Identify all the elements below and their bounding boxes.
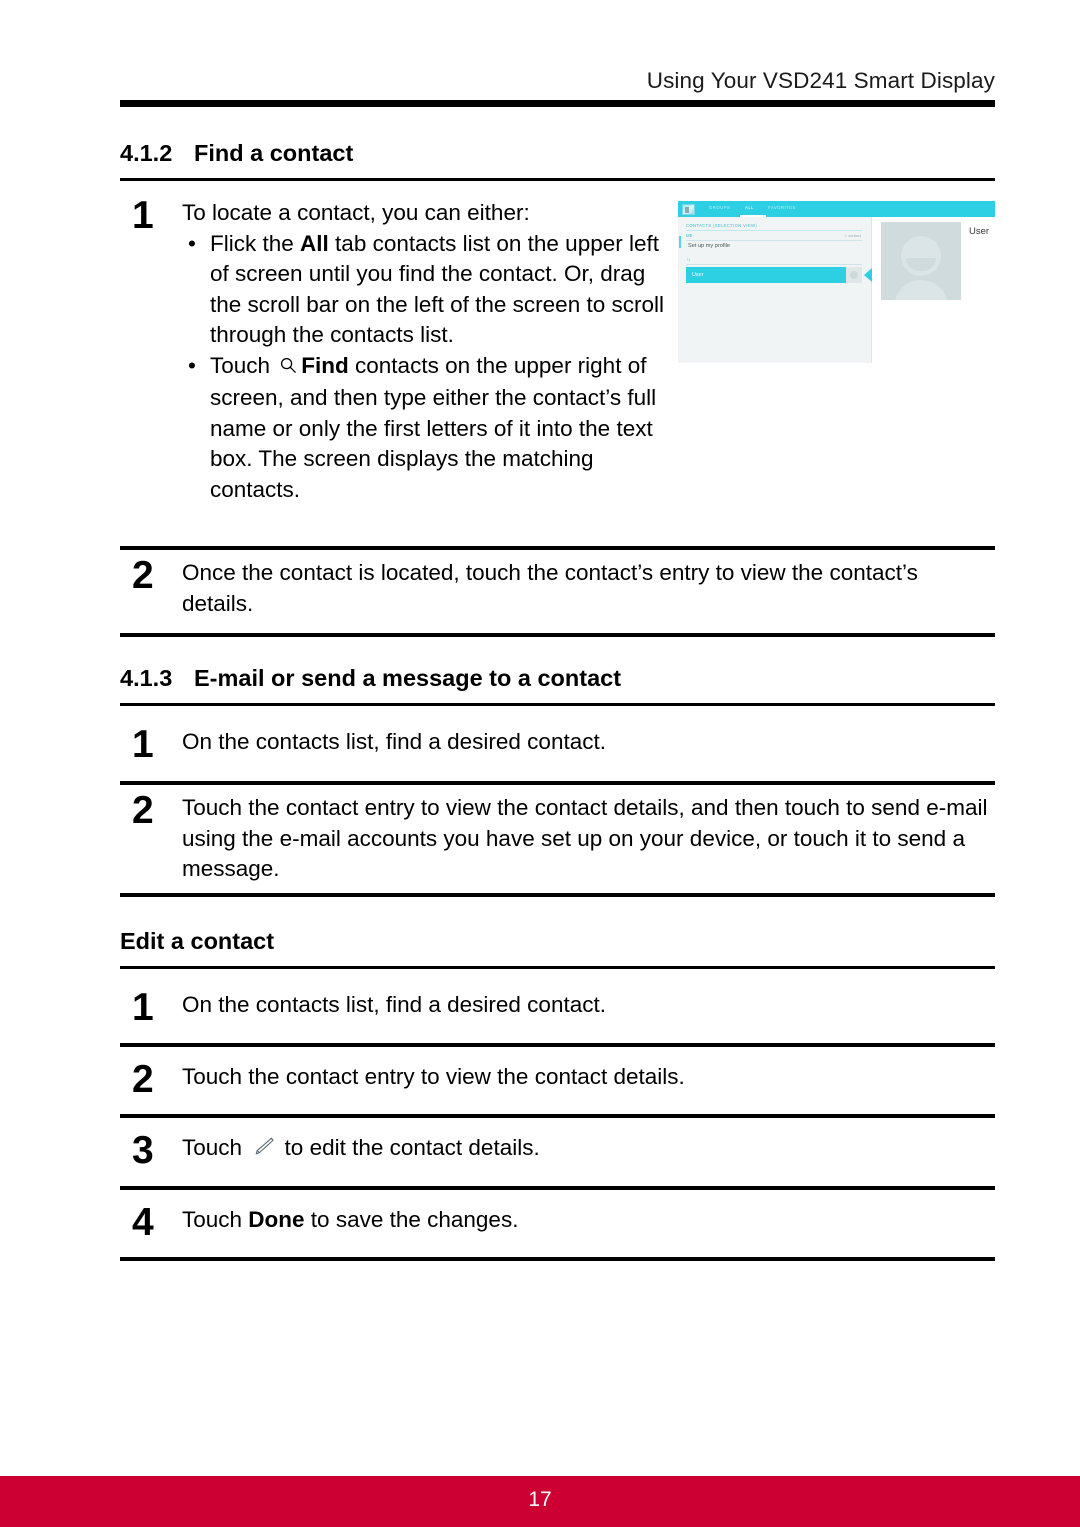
bullet-item-touch-find: • Touch Find contacts on the upper right … bbox=[182, 351, 682, 506]
contacts-scrollbar[interactable] bbox=[679, 236, 681, 248]
section-title: Edit a contact bbox=[120, 928, 275, 954]
contact-count-label: 1 contact bbox=[844, 233, 861, 238]
contact-avatar-placeholder[interactable] bbox=[881, 222, 961, 300]
avatar-body-shape bbox=[894, 280, 948, 300]
bullet-2-pre: Touch bbox=[210, 352, 277, 378]
step-text: On the contacts list, find a desired con… bbox=[182, 729, 606, 754]
bullet-item-flick-all-tab: • Flick the All tab contacts list on the … bbox=[182, 229, 682, 351]
bullet-dot-icon: • bbox=[188, 352, 196, 378]
bullet-list: • Flick the All tab contacts list on the … bbox=[182, 229, 682, 506]
section-rule bbox=[120, 703, 995, 706]
bullet-2-bold: Find bbox=[301, 352, 349, 378]
step-4-1-2-2: 2 Once the contact is located, touch the… bbox=[120, 554, 995, 619]
step-4-1-3-2: 2 Touch the contact entry to view the co… bbox=[120, 789, 995, 885]
step-divider-rule bbox=[120, 1043, 995, 1047]
step-number: 3 bbox=[132, 1129, 154, 1172]
step-text: To locate a contact, you can either: • Fl… bbox=[182, 198, 682, 505]
step-divider-rule bbox=[120, 893, 995, 897]
me-row-rule bbox=[686, 240, 862, 241]
step-text: Touch the contact entry to view the cont… bbox=[182, 1064, 685, 1089]
step-edit-2: 2 Touch the contact entry to view the co… bbox=[120, 1058, 995, 1101]
step-edit-3-pre: Touch bbox=[182, 1135, 249, 1160]
contact-detail-panel: User bbox=[873, 217, 995, 363]
selection-pointer-icon bbox=[864, 268, 872, 282]
running-header-title: Using Your VSD241 Smart Display bbox=[646, 68, 995, 93]
step-text: Touch to edit the contact details. bbox=[182, 1133, 995, 1166]
search-icon bbox=[279, 353, 298, 384]
tab-groups[interactable]: GROUPS bbox=[709, 205, 730, 210]
page-footer-bar: 17 bbox=[0, 1476, 1080, 1527]
header-divider-rule bbox=[120, 100, 995, 107]
bullet-dot-icon: • bbox=[188, 230, 196, 256]
section-title: E-mail or send a message to a contact bbox=[194, 665, 622, 691]
alpha-section-rule bbox=[686, 264, 862, 265]
step-edit-4: 4 Touch Done to save the changes. bbox=[120, 1201, 995, 1244]
step-text: On the contacts list, find a desired con… bbox=[182, 992, 606, 1017]
contacts-list-panel: CONTACTS (SELECTION VIEW) ME 1 contact S… bbox=[678, 217, 872, 363]
step-edit-4-pre: Touch bbox=[182, 1207, 249, 1232]
step-number: 1 bbox=[132, 723, 154, 766]
me-label: ME bbox=[686, 233, 693, 238]
contacts-list-header: CONTACTS (SELECTION VIEW) bbox=[686, 223, 758, 228]
app-top-bar: GROUPS ALL FAVORITES bbox=[678, 201, 995, 217]
step-number: 1 bbox=[132, 986, 154, 1029]
alpha-section-letter: U bbox=[687, 257, 691, 262]
step-divider-rule bbox=[120, 546, 995, 550]
section-title: Find a contact bbox=[194, 140, 354, 166]
list-header-rule bbox=[686, 230, 862, 231]
contacts-app-screenshot: GROUPS ALL FAVORITES CONTACTS (SELECTION… bbox=[678, 201, 995, 363]
contact-row-selected[interactable]: User bbox=[686, 267, 846, 283]
section-heading-4-1-3: 4.1.3 E-mail or send a message to a conta… bbox=[120, 665, 995, 692]
step-divider-rule bbox=[120, 633, 995, 637]
pencil-icon bbox=[251, 1135, 275, 1166]
section-rule bbox=[120, 966, 995, 969]
tab-all[interactable]: ALL bbox=[745, 205, 754, 210]
section-heading-4-1-2: 4.1.2 Find a contact bbox=[120, 140, 995, 167]
bullet-1-pre: Flick the bbox=[210, 230, 301, 256]
step-number: 2 bbox=[132, 1058, 154, 1101]
page-number: 17 bbox=[528, 1488, 552, 1511]
section-number: 4.1.3 bbox=[120, 665, 173, 691]
step-4-1-3-1: 1 On the contacts list, find a desired c… bbox=[120, 723, 995, 766]
manual-page: Using Your VSD241 Smart Display 4.1.2 Fin… bbox=[0, 0, 1080, 1527]
step-text: Once the contact is located, touch the c… bbox=[182, 560, 918, 616]
step-edit-3: 3 Touch to edit the contact details. bbox=[120, 1129, 995, 1172]
step-text: Touch Done to save the changes. bbox=[182, 1205, 995, 1236]
section-rule bbox=[120, 178, 995, 181]
step-divider-rule bbox=[120, 1114, 995, 1118]
step-divider-rule bbox=[120, 1186, 995, 1190]
bullet-1-bold: All bbox=[300, 230, 329, 256]
step-number: 2 bbox=[132, 554, 154, 597]
step-intro-text: To locate a contact, you can either: bbox=[182, 200, 530, 225]
contact-row-avatar bbox=[846, 267, 862, 283]
done-button-label: Done bbox=[248, 1207, 305, 1232]
contact-row-name: User bbox=[692, 271, 704, 278]
section-heading-edit-a-contact: Edit a contact bbox=[120, 928, 995, 955]
section-number: 4.1.2 bbox=[120, 140, 173, 166]
step-edit-3-post: to edit the contact details. bbox=[278, 1135, 540, 1160]
tab-favorites[interactable]: FAVORITES bbox=[768, 205, 796, 210]
contacts-app-icon bbox=[682, 203, 695, 215]
step-number: 4 bbox=[132, 1201, 154, 1244]
setup-profile-row[interactable]: Set up my profile bbox=[688, 243, 730, 249]
bullet-2-post: contacts on the upper right of screen, a… bbox=[210, 352, 657, 502]
step-text: Touch the contact entry to view the cont… bbox=[182, 795, 988, 881]
step-divider-rule bbox=[120, 781, 995, 785]
contact-detail-name: User bbox=[969, 226, 990, 237]
step-edit-1: 1 On the contacts list, find a desired c… bbox=[120, 986, 995, 1029]
step-divider-rule bbox=[120, 1257, 995, 1261]
step-number: 2 bbox=[132, 789, 154, 832]
step-edit-4-post: to save the changes. bbox=[304, 1207, 519, 1232]
step-number: 1 bbox=[132, 194, 154, 237]
